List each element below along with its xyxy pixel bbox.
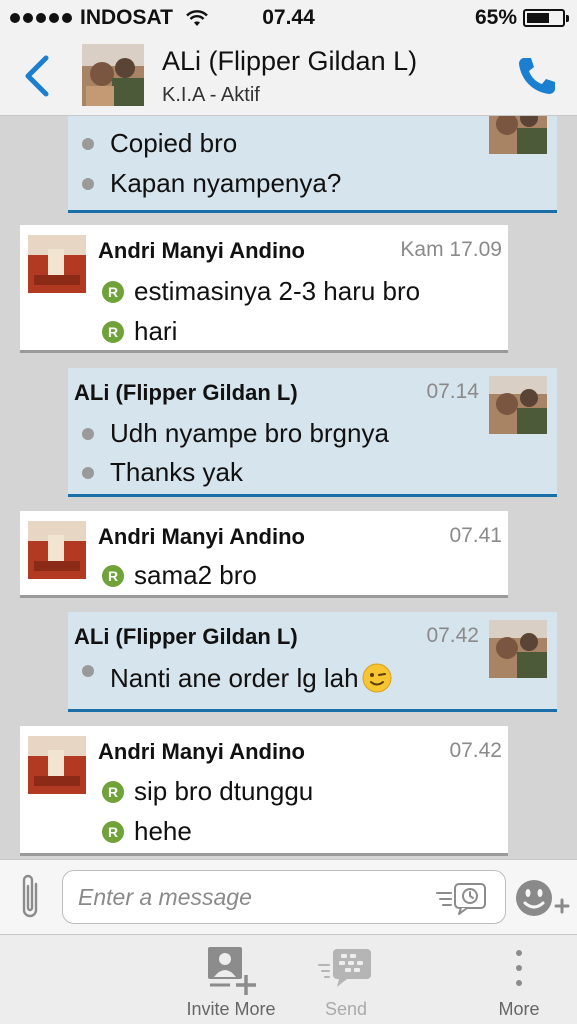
- message-incoming[interactable]: Andri Manyi Andino 07.41 R sama2 bro: [20, 511, 508, 598]
- bullet-dot-icon: [82, 177, 94, 190]
- add-contact-icon: [208, 947, 256, 995]
- message-line: Copied bro: [82, 128, 237, 159]
- contact-name: ALi (Flipper Gildan L): [162, 46, 418, 76]
- sender-name: ALi (Flipper Gildan L): [74, 624, 298, 649]
- bullet-dot-icon: [82, 466, 94, 479]
- contact-status: K.I.A - Aktif: [162, 84, 260, 106]
- ping-icon[interactable]: [435, 881, 489, 915]
- sender-avatar: [28, 736, 86, 794]
- message-time: 07.42: [426, 624, 479, 647]
- battery-icon: [523, 9, 569, 27]
- read-status-icon: R: [102, 320, 124, 343]
- back-button[interactable]: [18, 52, 58, 100]
- send-button[interactable]: Send: [291, 935, 401, 1024]
- read-status-icon: R: [102, 780, 124, 803]
- winking-face-icon: [362, 663, 392, 693]
- send-label: Send: [324, 999, 368, 1019]
- more-vertical-icon: [516, 950, 522, 986]
- message-line: R estimasinya 2-3 haru bro: [102, 276, 420, 307]
- sender-name: Andri Manyi Andino: [98, 524, 305, 549]
- message-time: 07.14: [426, 380, 479, 403]
- chat-header: ALi (Flipper Gildan L) K.I.A - Aktif: [0, 36, 577, 116]
- message-line: Thanks yak: [82, 457, 243, 488]
- read-status-icon: R: [102, 820, 124, 843]
- message-time: 07.41: [449, 524, 502, 547]
- more-label: More: [498, 999, 540, 1019]
- sender-avatar: [489, 116, 547, 154]
- message-list[interactable]: Copied bro Kapan nyampenya? Andri Manyi …: [0, 116, 577, 859]
- read-status-icon: R: [102, 280, 124, 303]
- sender-name: Andri Manyi Andino: [98, 238, 305, 263]
- bottom-toolbar: Invite More Send More: [0, 935, 577, 1024]
- phone-icon[interactable]: [515, 54, 559, 98]
- sender-avatar: [28, 521, 86, 579]
- sender-avatar: [28, 235, 86, 293]
- bullet-dot-icon: [82, 137, 94, 150]
- message-time: Kam 17.09: [400, 238, 502, 261]
- emoticon-icon[interactable]: [514, 876, 570, 924]
- sender-name: Andri Manyi Andino: [98, 739, 305, 764]
- message-input[interactable]: Enter a message: [62, 870, 506, 924]
- sender-avatar: [489, 620, 547, 678]
- battery-indicator: 65%: [474, 6, 569, 30]
- message-line: R sama2 bro: [102, 560, 257, 591]
- more-button[interactable]: More: [464, 935, 574, 1024]
- bbm-send-icon: [318, 949, 371, 987]
- status-bar: INDOSAT 07.44 65%: [0, 0, 577, 36]
- bullet-dot-icon: [82, 427, 94, 440]
- message-time: 07.42: [449, 739, 502, 762]
- message-line: Kapan nyampenya?: [82, 168, 341, 199]
- message-line: R hehe: [102, 816, 192, 847]
- invite-more-button[interactable]: Invite More: [176, 935, 286, 1024]
- sender-avatar: [489, 376, 547, 434]
- contact-avatar[interactable]: [82, 44, 144, 106]
- message-composer: Enter a message: [0, 859, 577, 935]
- message-line: R sip bro dtunggu: [102, 776, 313, 807]
- message-line: R hari: [102, 316, 177, 347]
- message-input-placeholder: Enter a message: [78, 884, 252, 910]
- battery-percent: 65%: [474, 6, 517, 29]
- message-incoming[interactable]: Andri Manyi Andino Kam 17.09 R estimasin…: [20, 225, 508, 353]
- paperclip-icon[interactable]: [14, 872, 46, 922]
- bullet-dot-icon: [82, 665, 94, 677]
- message-line: Nanti ane order lg lah: [82, 662, 393, 694]
- sender-name: ALi (Flipper Gildan L): [74, 380, 298, 405]
- invite-more-label: Invite More: [186, 999, 276, 1019]
- message-outgoing[interactable]: Copied bro Kapan nyampenya?: [68, 116, 557, 213]
- message-outgoing[interactable]: ALi (Flipper Gildan L) 07.42 Nanti ane o…: [68, 612, 557, 712]
- read-status-icon: R: [102, 564, 124, 587]
- message-line: Udh nyampe bro brgnya: [82, 418, 389, 449]
- message-outgoing[interactable]: ALi (Flipper Gildan L) 07.14 Udh nyampe …: [68, 368, 557, 497]
- message-incoming[interactable]: Andri Manyi Andino 07.42 R sip bro dtung…: [20, 726, 508, 856]
